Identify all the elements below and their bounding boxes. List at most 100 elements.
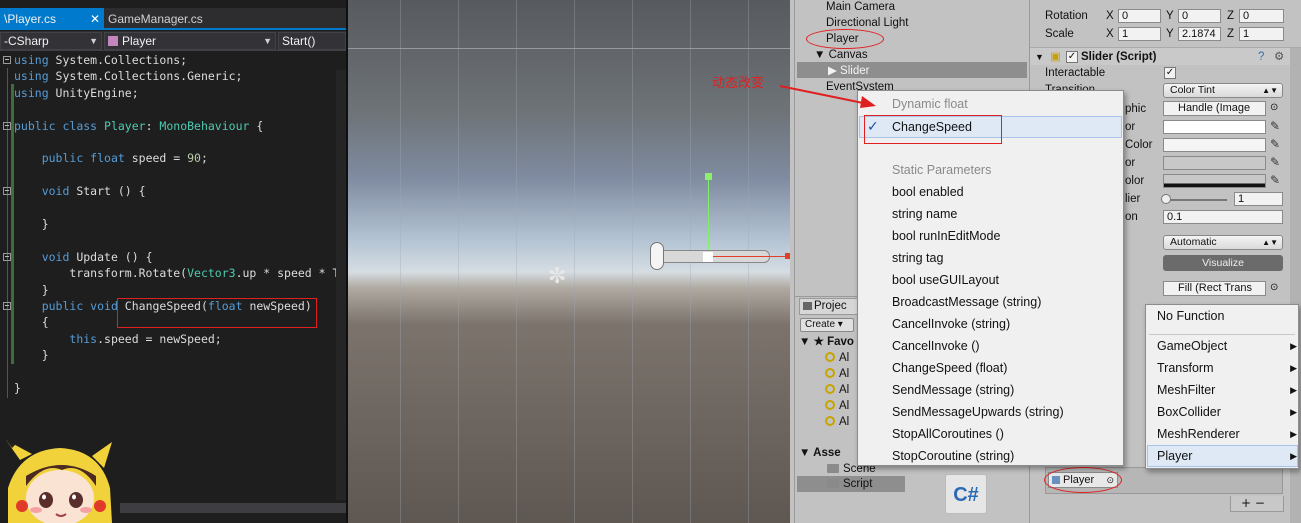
fade-duration-field[interactable]: 0.1 [1163, 210, 1283, 224]
editor-vertical-scrollbar[interactable] [336, 70, 346, 500]
add-remove-buttons[interactable]: + − [1230, 496, 1284, 512]
interactable-checkbox[interactable]: ✓ [1164, 67, 1176, 79]
collapse-icon[interactable] [3, 302, 11, 310]
chevron-down-icon[interactable]: ▼ [1035, 49, 1044, 65]
project-dropdown[interactable]: -CSharp ▼ [0, 32, 102, 50]
member-dropdown[interactable]: Start() [278, 32, 346, 50]
rotation-z-field[interactable]: 0 [1239, 9, 1284, 23]
object-picker-icon[interactable]: ⊙ [1270, 280, 1278, 296]
code-line[interactable]: void Update () { [0, 249, 346, 265]
code-line[interactable]: using System.Collections; [0, 52, 346, 68]
settings-icon[interactable]: ⚙ [1274, 49, 1284, 65]
code-line[interactable] [0, 134, 346, 150]
gizmo-center-handle[interactable] [703, 252, 713, 262]
menu-item-static[interactable]: StopAllCoroutines () [892, 423, 1004, 445]
menu-item-static[interactable]: ChangeSpeed (float) [892, 357, 1007, 379]
favorites-item[interactable]: Al [825, 398, 849, 414]
eyedropper-icon[interactable]: ✎ [1270, 137, 1280, 151]
close-icon[interactable]: ✕ [90, 8, 100, 30]
menu-item-static[interactable]: bool enabled [892, 181, 964, 203]
directional-light-icon[interactable]: ✼ [548, 266, 566, 288]
code-area[interactable]: using System.Collections; using System.Co… [0, 52, 346, 500]
project-tab[interactable]: Projec [799, 298, 861, 315]
object-picker-icon[interactable]: ⊙ [1270, 100, 1278, 116]
menu-item-static[interactable]: StopCoroutine (string) [892, 445, 1014, 467]
menu-item-static[interactable]: string tag [892, 247, 943, 269]
rotation-y-field[interactable]: 0 [1178, 9, 1221, 23]
menu-item-static[interactable]: BroadcastMessage (string) [892, 291, 1041, 313]
collapse-icon[interactable] [3, 187, 11, 196]
folder-script[interactable]: Script [827, 476, 872, 492]
favorites-item[interactable]: Al [825, 350, 849, 366]
rotation-x-field[interactable]: 0 [1118, 9, 1161, 23]
code-line[interactable] [0, 167, 346, 183]
code-line[interactable]: } [0, 282, 346, 298]
code-line[interactable] [0, 364, 346, 380]
transition-dropdown[interactable]: Color Tint ▲▼ [1163, 83, 1283, 98]
pressed-color-swatch[interactable] [1163, 156, 1266, 170]
menu-item-static[interactable]: CancelInvoke (string) [892, 313, 1010, 335]
menu-item-static[interactable]: SendMessage (string) [892, 379, 1014, 401]
graphic-field[interactable]: Handle (Image [1163, 101, 1266, 116]
fill-rect-field[interactable]: Fill (Rect Trans [1163, 281, 1266, 296]
scale-y-field[interactable]: 2.1874 [1178, 27, 1221, 41]
code-line[interactable]: using UnityEngine; [0, 85, 346, 101]
favorites-folder[interactable]: ▼ ★ Favo [799, 334, 854, 350]
help-icon[interactable]: ? [1258, 49, 1264, 65]
submenu-item-meshfilter[interactable]: MeshFilter ▶ [1157, 379, 1297, 401]
scale-x-field[interactable]: 1 [1118, 27, 1161, 41]
collapse-icon[interactable] [3, 121, 11, 130]
code-line[interactable]: } [0, 380, 346, 396]
gizmo-y-handle[interactable] [705, 173, 712, 180]
hierarchy-item-main-camera[interactable]: Main Camera [826, 0, 895, 15]
code-line[interactable]: void Start () { [0, 183, 346, 199]
assets-folder[interactable]: ▼ Asse [799, 445, 841, 461]
submenu-item-gameobject[interactable]: GameObject ▶ [1157, 335, 1297, 357]
editor-horizontal-scrollbar[interactable] [120, 503, 346, 513]
code-line[interactable]: } [0, 216, 346, 232]
menu-item-static[interactable]: bool runInEditMode [892, 225, 1000, 247]
submenu-item-boxcollider[interactable]: BoxCollider ▶ [1157, 401, 1297, 423]
create-button[interactable]: Create ▾ [800, 318, 854, 332]
eyedropper-icon[interactable]: ✎ [1270, 173, 1280, 187]
favorites-item[interactable]: Al [825, 366, 849, 382]
code-line[interactable]: transform.Rotate(Vector3.up * speed * Ti… [0, 265, 346, 281]
submenu-item-player[interactable]: Player ▶ [1157, 445, 1297, 467]
code-line[interactable] [0, 200, 346, 216]
menu-item-static[interactable]: string name [892, 203, 957, 225]
code-line[interactable] [0, 232, 346, 248]
menu-item-static[interactable]: SendMessageUpwards (string) [892, 401, 1064, 423]
menu-item-static[interactable]: bool useGUILayout [892, 269, 999, 291]
normal-color-swatch[interactable] [1163, 120, 1266, 134]
collapse-icon[interactable] [3, 56, 11, 64]
favorites-item[interactable]: Al [825, 414, 849, 430]
tab-player-cs[interactable]: \Player.cs ✕ [0, 8, 104, 30]
highlighted-color-swatch[interactable] [1163, 138, 1266, 152]
component-enabled-checkbox[interactable]: ✓ [1066, 51, 1078, 63]
multiplier-field[interactable]: 1 [1234, 192, 1283, 206]
code-line[interactable]: public class Player: MonoBehaviour { [0, 118, 346, 134]
code-line[interactable]: } [0, 347, 346, 363]
hierarchy-item-canvas[interactable]: ▼ Canvas [814, 47, 868, 63]
code-line[interactable]: using System.Collections.Generic; [0, 68, 346, 84]
multiplier-slider-thumb[interactable] [1161, 194, 1171, 204]
multiplier-slider-track[interactable] [1165, 199, 1227, 201]
code-line[interactable]: public float speed = 90; [0, 150, 346, 166]
submenu-item-no-function[interactable]: No Function [1157, 305, 1297, 327]
slider-object-handle[interactable] [650, 242, 664, 270]
scale-z-field[interactable]: 1 [1239, 27, 1284, 41]
disabled-color-swatch[interactable] [1163, 174, 1266, 188]
menu-item-static[interactable]: CancelInvoke () [892, 335, 980, 357]
collapse-icon[interactable] [3, 252, 11, 261]
visualize-button[interactable]: Visualize [1163, 255, 1283, 271]
submenu-item-transform[interactable]: Transform ▶ [1157, 357, 1297, 379]
eyedropper-icon[interactable]: ✎ [1270, 155, 1280, 169]
csharp-script-icon[interactable]: C# [945, 474, 987, 514]
code-line[interactable] [0, 101, 346, 117]
code-line[interactable]: this.speed = newSpeed; [0, 331, 346, 347]
component-header[interactable]: ▼ ✓ ▣ Slider (Script) ? ⚙ [1030, 47, 1301, 65]
submenu-item-meshrenderer[interactable]: MeshRenderer ▶ [1157, 423, 1297, 445]
navigation-dropdown[interactable]: Automatic ▲▼ [1163, 235, 1283, 250]
favorites-item[interactable]: Al [825, 382, 849, 398]
class-dropdown[interactable]: Player ▼ [104, 32, 276, 50]
